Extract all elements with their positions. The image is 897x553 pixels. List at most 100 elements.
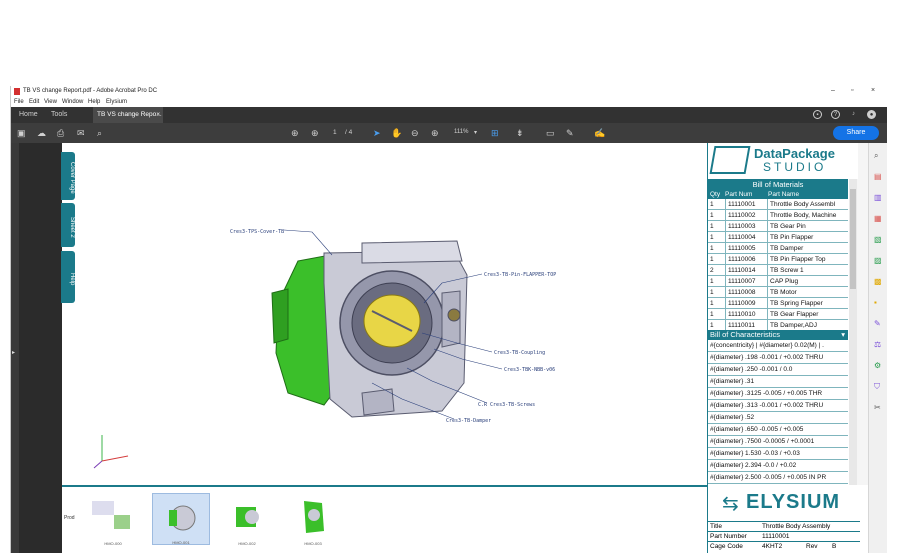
help-icon[interactable]: ? bbox=[831, 110, 840, 119]
sidetab-sheet-2[interactable]: Sheet 2 bbox=[61, 203, 75, 247]
tab-close-icon[interactable]: × bbox=[156, 111, 160, 118]
panel-scrollbar[interactable] bbox=[849, 179, 857, 485]
fit-page-icon[interactable]: ⊞ bbox=[491, 128, 499, 138]
bom-row[interactable]: 1 11110008 TB Motor bbox=[708, 287, 848, 298]
char-row[interactable]: #{diameter} .250 -0.001 / 0.0 bbox=[708, 364, 848, 376]
bom-cell-qty: 1 bbox=[710, 201, 714, 208]
bom-cell-name: TB Gear Flapper bbox=[767, 309, 818, 319]
share-button[interactable]: Share bbox=[833, 126, 879, 140]
callout-tbk-nbb: Cres3-TBK-NBB-v06 bbox=[504, 367, 555, 373]
menu-edit[interactable]: Edit bbox=[29, 99, 39, 105]
tab-document[interactable]: TB VS change Repo... × bbox=[93, 107, 163, 123]
sidetab-cover-page[interactable]: Cover Page bbox=[61, 152, 75, 200]
comment-tool-icon[interactable]: ▭ bbox=[546, 128, 555, 138]
bom-cell-name: TB Screw 1 bbox=[767, 265, 804, 275]
pdf-canvas[interactable]: Cres3-TPS-Cover-TB Cres3-TB-Pin-FLAPPER-… bbox=[62, 143, 707, 485]
print-icon[interactable]: ⎙ bbox=[57, 128, 64, 138]
sidetab-help[interactable]: Help bbox=[61, 251, 75, 303]
page-number-input[interactable]: 1 bbox=[333, 129, 337, 136]
tools-more-icon[interactable]: ✂ bbox=[874, 403, 881, 412]
brand-line2: STUDIO bbox=[763, 160, 827, 174]
fill-sign-icon[interactable]: ▪ bbox=[874, 298, 877, 307]
edit-pdf-icon[interactable]: ▥ bbox=[874, 193, 882, 202]
zoom-level-select[interactable]: 111% bbox=[454, 129, 468, 135]
zoom-in-icon[interactable]: ⊕ bbox=[431, 128, 439, 138]
minimize-button[interactable]: – bbox=[831, 87, 835, 94]
create-pdf-icon[interactable]: ▦ bbox=[874, 214, 882, 223]
zoom-out-icon[interactable]: ⊖ bbox=[411, 128, 419, 138]
bom-row[interactable]: 1 11110010 TB Gear Flapper bbox=[708, 309, 848, 320]
bom-row[interactable]: 1 11110005 TB Damper bbox=[708, 243, 848, 254]
protect-icon[interactable]: ⚖ bbox=[874, 340, 881, 349]
char-row[interactable]: #{diameter} .313 -0.001 / +0.002 THRU bbox=[708, 400, 848, 412]
bom-row[interactable]: 1 11110006 TB Pin Flapper Top bbox=[708, 254, 848, 265]
char-row[interactable]: #{diameter} 1.530 -0.03 / +0.03 bbox=[708, 448, 848, 460]
bom-cell-num: 11110003 bbox=[725, 221, 755, 231]
rev-value: B bbox=[832, 543, 837, 550]
menu-window[interactable]: Window bbox=[62, 99, 83, 105]
char-row[interactable]: #{diameter} 2.394 -0.0 / +0.02 bbox=[708, 460, 848, 472]
bom-cell-qty: 1 bbox=[710, 223, 714, 230]
char-row[interactable]: #{diameter} .3125 -0.005 / +0.005 THR bbox=[708, 388, 848, 400]
next-page-icon[interactable]: ⊕ bbox=[311, 128, 319, 138]
menu-file[interactable]: File bbox=[14, 99, 24, 105]
char-row[interactable]: #{diameter} 2.500 -0.005 / +0.005 IN PR bbox=[708, 472, 848, 484]
bom-row[interactable]: 1 11110001 Throttle Body Assembl bbox=[708, 199, 848, 210]
sign-tool-icon[interactable]: ✍ bbox=[594, 128, 605, 138]
comment-icon[interactable]: ▪ bbox=[813, 110, 822, 119]
bom-row[interactable]: 1 11110002 Throttle Body, Machine bbox=[708, 210, 848, 221]
bom-row[interactable]: 1 11110007 CAP Plug bbox=[708, 276, 848, 287]
tab-tools[interactable]: Tools bbox=[51, 111, 67, 118]
email-icon[interactable]: ✉ bbox=[77, 128, 85, 138]
search-icon[interactable]: ⌕ bbox=[97, 128, 102, 138]
bom-row[interactable]: 1 11110004 TB Pin Flapper bbox=[708, 232, 848, 243]
select-cursor-icon[interactable]: ➤ bbox=[373, 128, 381, 138]
bom-row[interactable]: 1 11110009 TB Spring Flapper bbox=[708, 298, 848, 309]
menu-help[interactable]: Help bbox=[88, 99, 100, 105]
thumb-label-3: HMO-003 bbox=[304, 541, 322, 546]
panel-scrollbar-thumb[interactable] bbox=[850, 189, 856, 289]
send-sign-icon[interactable]: ✎ bbox=[874, 319, 881, 328]
organize-pages-icon[interactable]: ▨ bbox=[874, 256, 882, 265]
callout-screws: C.R Cres3-TB-Screws bbox=[478, 402, 535, 408]
char-row[interactable]: #{diameter} .650 -0.005 / +0.005 bbox=[708, 424, 848, 436]
char-collapse-icon[interactable]: ▾ bbox=[841, 330, 845, 340]
save-icon[interactable]: ▣ bbox=[17, 128, 26, 138]
print-production-icon[interactable]: ⚙ bbox=[874, 361, 881, 370]
bom-row[interactable]: 1 11110003 TB Gear Pin bbox=[708, 221, 848, 232]
bom-cell-num: 11110001 bbox=[725, 199, 755, 209]
prev-page-icon[interactable]: ⊕ bbox=[291, 128, 299, 138]
bom-row[interactable]: 2 11110014 TB Screw 1 bbox=[708, 265, 848, 276]
char-row[interactable]: #{diameter} .31 bbox=[708, 376, 848, 388]
close-button[interactable]: × bbox=[871, 87, 875, 94]
thumbnail-2[interactable]: HMO-002 bbox=[218, 493, 276, 546]
left-collapse-strip[interactable]: ▸ bbox=[11, 143, 19, 553]
hand-tool-icon[interactable]: ✋ bbox=[391, 128, 402, 138]
bell-icon[interactable]: ♪ bbox=[849, 110, 858, 119]
expand-arrow-icon[interactable]: ▸ bbox=[12, 349, 15, 356]
shield-icon[interactable]: ⛉ bbox=[874, 382, 880, 391]
maximize-button[interactable]: ▫ bbox=[851, 87, 853, 94]
tab-home[interactable]: Home bbox=[19, 111, 38, 118]
char-row[interactable]: #{diameter} .198 -0.001 / +0.002 THRU bbox=[708, 352, 848, 364]
avatar-icon[interactable]: ● bbox=[867, 110, 876, 119]
char-row[interactable]: #{diameter} .7500 -0.0005 / +0.0001 bbox=[708, 436, 848, 448]
bom-col-qty: Qty bbox=[710, 191, 721, 198]
thumbnail-0[interactable]: HMO-000 bbox=[84, 493, 142, 546]
char-row[interactable]: #{diameter} .52 bbox=[708, 412, 848, 424]
3d-model-view[interactable]: Cres3-TPS-Cover-TB Cres3-TB-Pin-FLAPPER-… bbox=[62, 143, 707, 485]
comment-panel-icon[interactable]: ▩ bbox=[874, 277, 882, 286]
zoom-tool-icon[interactable]: ⌕ bbox=[874, 151, 878, 160]
pen-tool-icon[interactable]: ✎ bbox=[566, 128, 574, 138]
combine-files-icon[interactable]: ▧ bbox=[874, 235, 882, 244]
char-row[interactable]: #{concentricity} | #{diameter} 0.02(M) |… bbox=[708, 340, 848, 352]
menu-elysium[interactable]: Elysium bbox=[106, 99, 127, 105]
export-pdf-icon[interactable]: ▤ bbox=[874, 172, 882, 181]
menu-view[interactable]: View bbox=[44, 99, 57, 105]
thumbnail-1[interactable]: HMO-001 bbox=[152, 493, 210, 545]
zoom-dropdown-icon[interactable]: ▾ bbox=[474, 129, 477, 136]
thumbnail-3[interactable]: HMO-003 bbox=[284, 493, 342, 546]
bom-cell-num: 11110006 bbox=[725, 254, 755, 264]
cloud-upload-icon[interactable]: ☁ bbox=[37, 128, 46, 138]
scroll-mode-icon[interactable]: ⇟ bbox=[516, 128, 524, 138]
